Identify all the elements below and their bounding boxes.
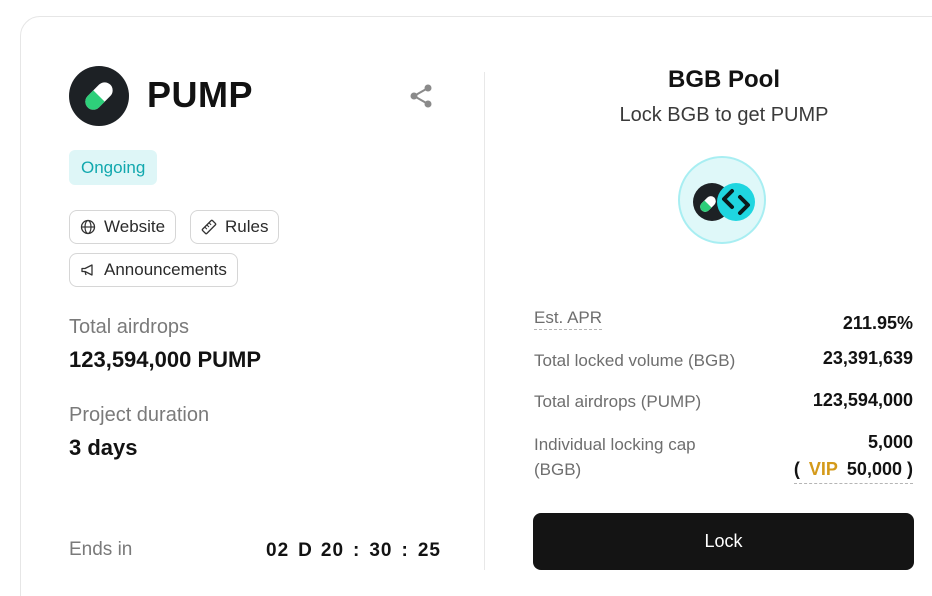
rules-label: Rules xyxy=(225,217,269,236)
rules-button[interactable]: Rules xyxy=(190,210,280,244)
pool-token-pair-icon xyxy=(678,156,766,244)
pool-title: BGB Pool xyxy=(668,66,780,93)
ends-in-label: Ends in xyxy=(69,539,133,560)
vip-cap-value: 50,000 xyxy=(846,459,902,479)
project-title: PUMP xyxy=(147,74,254,115)
total-locked-label: Total locked volume (BGB) xyxy=(534,351,736,370)
globe-icon xyxy=(80,219,96,235)
est-apr-label[interactable]: Est. APR xyxy=(534,307,603,330)
countdown-days: 02 xyxy=(266,540,290,561)
vip-open-paren: ( xyxy=(793,459,800,479)
ruler-icon xyxy=(201,219,217,235)
pool-subtitle: Lock BGB to get PUMP xyxy=(619,104,829,126)
est-apr-value: 211.95% xyxy=(842,313,913,333)
vip-label: VIP xyxy=(808,459,838,479)
total-airdrops-label: Total airdrops xyxy=(69,316,190,338)
project-duration-value: 3 days xyxy=(69,435,138,460)
pool-airdrops-label: Total airdrops (PUMP) xyxy=(534,392,702,411)
countdown-hours: 20 xyxy=(320,540,345,561)
announcements-button[interactable]: Announcements xyxy=(69,253,238,287)
countdown-timer: 02 D 20 : 30 : 25 xyxy=(266,540,441,562)
countdown-minutes: 30 xyxy=(369,540,393,561)
countdown-separator: : xyxy=(401,540,409,561)
pool-airdrops-value: 123,594,000 xyxy=(812,390,913,410)
lock-button[interactable]: Lock xyxy=(533,513,914,570)
website-button[interactable]: Website xyxy=(69,210,177,244)
locking-cap-value: 5,000 xyxy=(867,432,913,452)
vip-close-paren: ) xyxy=(907,459,913,479)
total-airdrops-value: 123,594,000 PUMP xyxy=(69,347,262,372)
page: PUMP Ongoing Website Rules Announcements… xyxy=(0,0,932,596)
share-icon[interactable] xyxy=(408,83,434,109)
pill-capsule-icon xyxy=(69,66,129,126)
countdown-separator: : xyxy=(353,540,361,561)
countdown-seconds: 25 xyxy=(417,540,441,561)
countdown-days-unit: D xyxy=(298,540,313,561)
megaphone-icon xyxy=(80,262,96,278)
website-label: Website xyxy=(104,217,166,236)
status-badge: Ongoing xyxy=(69,150,158,185)
locking-cap-label: Individual locking cap (BGB) xyxy=(534,435,696,479)
vip-cap-tooltip-trigger[interactable]: ( VIP 50,000 ) xyxy=(793,459,913,484)
column-divider xyxy=(484,72,485,570)
project-duration-label: Project duration xyxy=(69,404,210,426)
total-locked-value: 23,391,639 xyxy=(822,348,913,368)
announcements-label: Announcements xyxy=(104,260,227,279)
